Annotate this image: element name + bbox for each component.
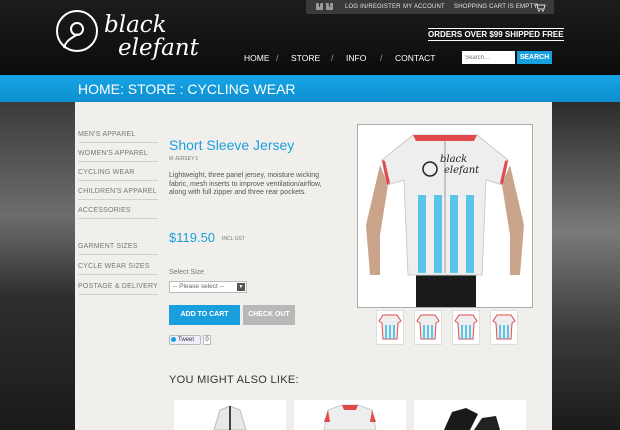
breadcrumb: HOME: STORE : CYCLING WEAR: [78, 81, 296, 97]
logo-trunk-icon: [63, 33, 79, 49]
product-title: Short Sleeve Jersey: [169, 137, 295, 153]
price-note: INCL GST: [222, 236, 245, 242]
product-thumbnail[interactable]: [376, 310, 404, 345]
free-shipping-promo: ORDERS OVER $99 SHIPPED FREE: [428, 28, 564, 41]
sidebar-item-womens-apparel[interactable]: WOMEN'S APPAREL: [78, 145, 158, 162]
cart-status-link[interactable]: SHOPPING CART IS EMPTY.: [454, 4, 539, 10]
sidebar-item-childrens-apparel[interactable]: CHILDREN'S APPAREL: [78, 183, 158, 200]
product-description: Lightweight, three panel jersey, moistur…: [169, 172, 322, 197]
nav-store[interactable]: STORE: [291, 53, 320, 63]
nav-home[interactable]: HOME: [244, 53, 270, 63]
sidebar-item-cycling-wear[interactable]: CYCLING WEAR: [78, 164, 158, 181]
product-thumbnail[interactable]: [490, 310, 518, 345]
sidebar-item-garment-sizes[interactable]: GARMENT SIZES: [78, 238, 158, 255]
product-thumbnail[interactable]: [414, 310, 442, 345]
nav-separator: /: [276, 53, 279, 63]
sidebar-item-accessories[interactable]: ACCESSORIES: [78, 202, 158, 219]
product-sku: M-JERSEY-1: [169, 156, 199, 162]
nav-separator: /: [331, 53, 334, 63]
sidebar-item-cycle-wear-sizes[interactable]: CYCLE WEAR SIZES: [78, 258, 158, 275]
related-product-card[interactable]: [174, 400, 286, 430]
twitter-icon[interactable]: t: [326, 3, 333, 10]
logo-text-elefant: elefant: [118, 35, 199, 61]
product-price: $119.50: [169, 230, 216, 245]
search-input[interactable]: [462, 51, 515, 64]
size-label: Select Size: [169, 269, 205, 276]
jersey-print-elefant: elefant: [444, 165, 480, 176]
cart-icon[interactable]: [534, 3, 546, 12]
jersey-illustration: [358, 125, 532, 307]
add-to-cart-button[interactable]: ADD TO CART: [169, 305, 240, 325]
related-product-card[interactable]: [414, 400, 526, 430]
search-button[interactable]: SEARCH: [517, 51, 552, 64]
related-product-card[interactable]: [294, 400, 406, 430]
sidebar-item-mens-apparel[interactable]: MEN'S APPAREL: [78, 126, 158, 143]
jersey-print-black: black: [440, 154, 468, 165]
chevron-down-icon[interactable]: ▼: [237, 283, 245, 291]
twitter-bird-icon: [171, 337, 176, 342]
size-select[interactable]: -- Please select --: [169, 281, 247, 293]
background-photo-right: [552, 100, 620, 430]
tweet-count: 0: [203, 335, 211, 345]
product-thumbnail[interactable]: [452, 310, 480, 345]
product-main-image[interactable]: [357, 124, 533, 308]
nav-contact[interactable]: CONTACT: [395, 53, 435, 63]
nav-separator: /: [380, 53, 383, 63]
login-register-link[interactable]: LOG IN/REGISTER: [345, 4, 401, 10]
nav-info[interactable]: INFO: [346, 53, 366, 63]
my-account-link[interactable]: MY ACCOUNT: [403, 4, 445, 10]
background-photo-left: [0, 100, 75, 430]
also-like-heading: YOU MIGHT ALSO LIKE:: [169, 374, 299, 386]
facebook-icon[interactable]: f: [316, 3, 323, 10]
check-out-button[interactable]: CHECK OUT: [243, 305, 295, 325]
sidebar-item-postage-delivery[interactable]: POSTAGE & DELIVERY: [78, 278, 158, 295]
logo-text-black: black: [104, 12, 167, 38]
